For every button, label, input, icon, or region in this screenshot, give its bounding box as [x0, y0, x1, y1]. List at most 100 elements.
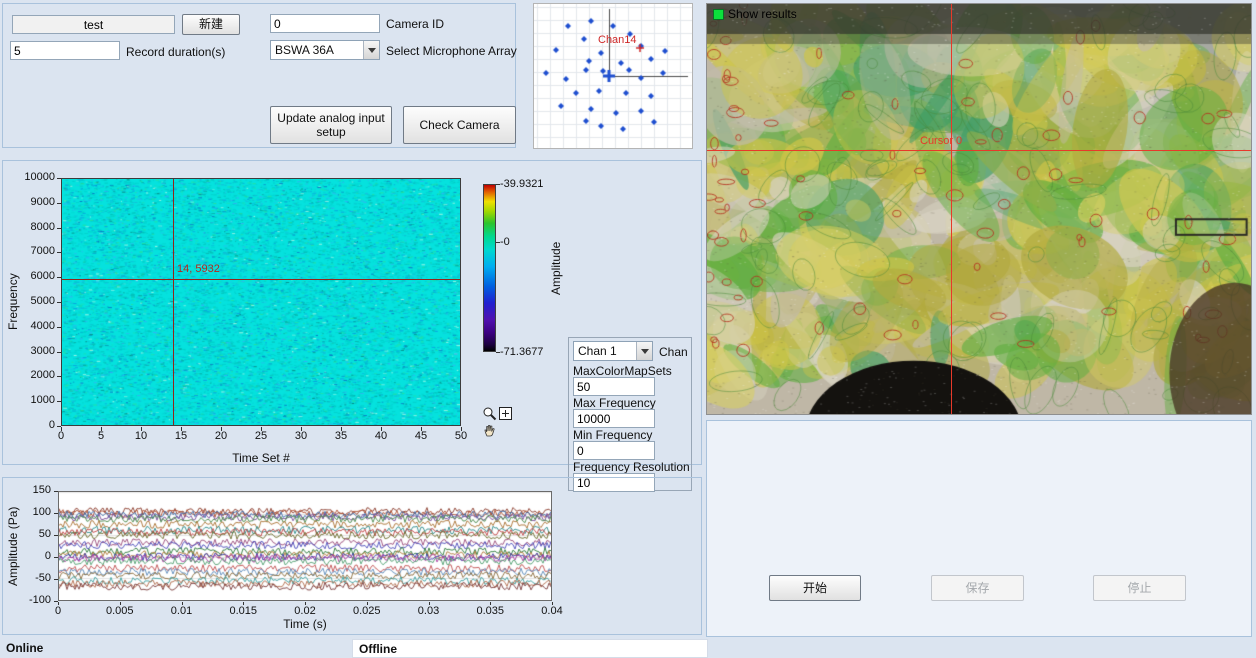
save-button[interactable]: 保存	[931, 575, 1024, 601]
camera-cursor-hline[interactable]	[707, 150, 1251, 151]
axis-tick-label: 0.015	[227, 605, 259, 617]
axis-tick-mark	[182, 602, 183, 605]
amplitude-colorbar	[483, 184, 496, 352]
camera-id-input[interactable]	[270, 14, 380, 33]
channel-select-value: Chan 1	[578, 344, 617, 358]
axis-tick-mark	[305, 602, 306, 605]
axis-tick-mark	[181, 427, 182, 431]
axis-tick-label: -0	[500, 236, 552, 248]
waveform-canvas	[59, 492, 551, 600]
axis-tick-mark	[57, 401, 61, 402]
axis-tick-mark	[57, 302, 61, 303]
axis-tick-label: 45	[409, 430, 433, 442]
spectrogram-plot[interactable]: 14, 5932	[61, 178, 461, 426]
axis-tick-label: 3000	[5, 345, 55, 357]
colorbar-label: Amplitude	[549, 184, 563, 352]
axis-tick-label: 1000	[5, 394, 55, 406]
axis-tick-mark	[496, 352, 500, 353]
axis-tick-mark	[57, 203, 61, 204]
zoom-icon[interactable]	[482, 406, 497, 421]
checkbox-on-icon[interactable]	[713, 9, 724, 20]
spectrogram-cursor-vline[interactable]	[173, 179, 174, 425]
axis-tick-label: 50	[449, 430, 473, 442]
axis-tick-mark	[381, 427, 382, 431]
pan-hand-icon[interactable]	[483, 423, 498, 438]
axis-tick-mark	[57, 252, 61, 253]
axis-tick-label: 100	[7, 506, 51, 518]
max-frequency-input[interactable]	[573, 409, 655, 428]
spectrogram-cursor-label: 14, 5932	[177, 263, 220, 275]
min-frequency-label: Min Frequency	[573, 428, 652, 442]
axis-tick-mark	[301, 427, 302, 431]
record-duration-input[interactable]	[10, 41, 120, 60]
axis-tick-mark	[221, 427, 222, 431]
axis-tick-mark	[429, 602, 430, 605]
offline-status-bar: Offline	[352, 639, 708, 658]
axis-tick-label: 0.035	[474, 605, 506, 617]
microphone-array-select[interactable]: BSWA 36A	[270, 40, 380, 60]
profile-name-input[interactable]	[12, 15, 175, 34]
axis-tick-mark	[54, 579, 58, 580]
axis-tick-mark	[120, 602, 121, 605]
camera-cursor-vline[interactable]	[951, 4, 952, 414]
axis-tick-mark	[141, 427, 142, 431]
max-colormap-input[interactable]	[573, 377, 655, 396]
stop-button[interactable]: 停止	[1093, 575, 1186, 601]
update-analog-input-button[interactable]: Update analog input setup	[270, 106, 392, 144]
axis-tick-label: 30	[289, 430, 313, 442]
axis-tick-label: 8000	[5, 221, 55, 233]
axis-tick-mark	[57, 376, 61, 377]
spectrogram-controls-box: Chan 1 Chan MaxColorMapSets Max Frequenc…	[568, 337, 692, 491]
axis-tick-mark	[243, 602, 244, 605]
spectrogram-panel: Frequency 14, 5932 Time Set # Amplitude …	[2, 160, 702, 465]
record-duration-label: Record duration(s)	[126, 45, 225, 59]
chevron-down-icon[interactable]	[363, 41, 379, 59]
new-button[interactable]: 新建	[182, 14, 240, 35]
axis-tick-mark	[496, 242, 500, 243]
mic-array-geometry-panel: Chan14	[533, 3, 693, 149]
axis-tick-label: 25	[249, 430, 273, 442]
axis-tick-label: 50	[7, 528, 51, 540]
axis-tick-label: 0	[7, 550, 51, 562]
axis-tick-label: 5	[89, 430, 113, 442]
max-frequency-label: Max Frequency	[573, 396, 656, 410]
axis-tick-mark	[341, 427, 342, 431]
channel-select[interactable]: Chan 1	[573, 341, 653, 361]
axis-tick-mark	[54, 491, 58, 492]
axis-tick-mark	[496, 184, 500, 185]
axis-tick-label: 6000	[5, 270, 55, 282]
show-results-label: Show results	[728, 7, 797, 21]
spectrogram-cursor-hline[interactable]	[62, 279, 460, 280]
show-results-checkbox[interactable]: Show results	[713, 7, 797, 21]
axis-tick-label: 0	[49, 430, 73, 442]
acoustic-camera-view: Cursor 0 Show results	[706, 3, 1252, 415]
axis-tick-mark	[261, 427, 262, 431]
spectrogram-xlabel: Time Set #	[61, 451, 461, 465]
check-camera-button[interactable]: Check Camera	[403, 106, 516, 144]
min-frequency-input[interactable]	[573, 441, 655, 460]
axis-tick-label: 10	[129, 430, 153, 442]
zoom-in-icon[interactable]	[499, 407, 514, 422]
axis-tick-mark	[57, 327, 61, 328]
axis-tick-label: -50	[7, 572, 51, 584]
axis-tick-mark	[421, 427, 422, 431]
waveform-plot	[58, 491, 552, 601]
camera-image[interactable]	[707, 4, 1251, 414]
axis-tick-label: 0	[42, 605, 74, 617]
axis-tick-mark	[61, 427, 62, 431]
axis-tick-label: -39.9321	[500, 178, 552, 190]
axis-tick-label: 0.01	[166, 605, 198, 617]
microphone-array-label: Select Microphone Array	[386, 44, 517, 58]
channel-label: Chan	[659, 345, 688, 359]
axis-tick-label: 40	[369, 430, 393, 442]
axis-tick-mark	[54, 513, 58, 514]
axis-tick-mark	[54, 557, 58, 558]
axis-tick-mark	[101, 427, 102, 431]
online-status-label: Online	[6, 641, 43, 655]
start-button[interactable]: 开始	[769, 575, 861, 601]
camera-cursor-label: Cursor 0	[920, 135, 962, 147]
axis-tick-mark	[57, 352, 61, 353]
acquisition-settings-panel: 新建 Camera ID Record duration(s) BSWA 36A…	[2, 3, 516, 148]
axis-tick-mark	[367, 602, 368, 605]
chevron-down-icon[interactable]	[636, 342, 652, 360]
